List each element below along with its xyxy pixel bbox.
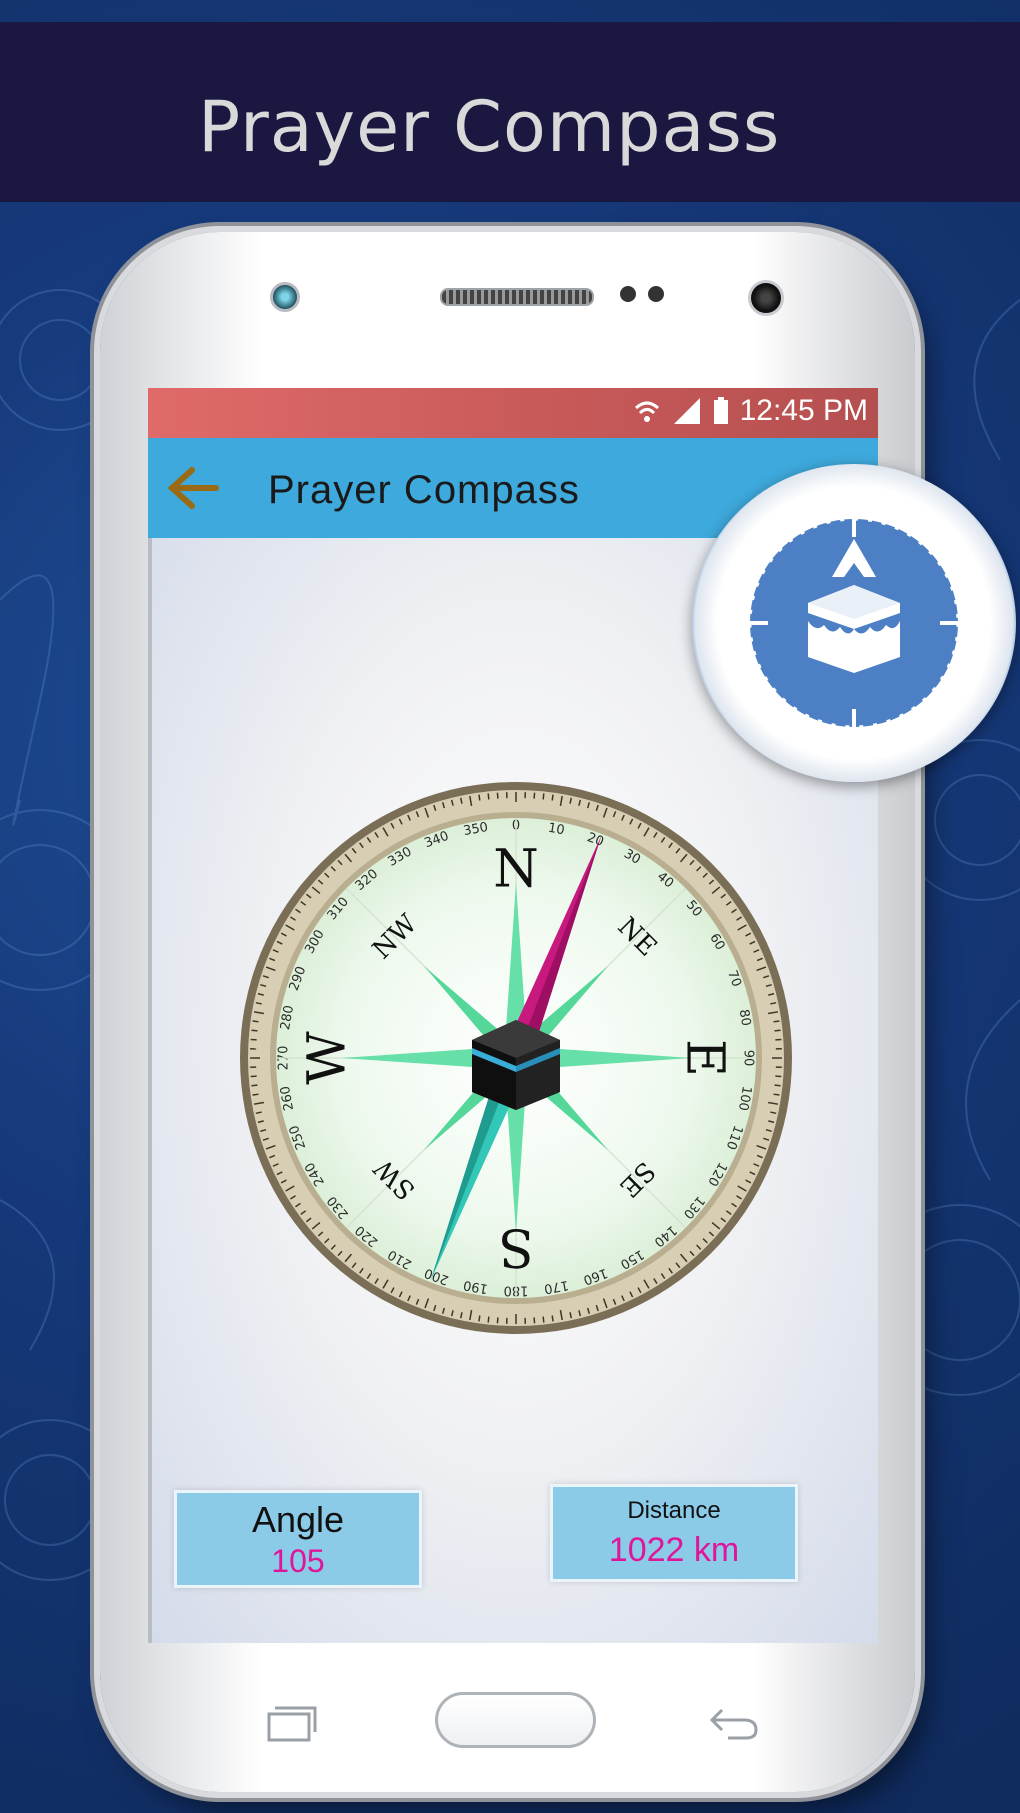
proximity-sensor <box>620 286 636 302</box>
light-sensor <box>648 286 664 302</box>
kaaba-compass-icon <box>748 517 960 729</box>
back-arrow-icon[interactable] <box>158 456 222 520</box>
app-logo-badge <box>692 464 1016 782</box>
compass: 0102030405060708090100110120130140150160… <box>236 778 796 1338</box>
home-button[interactable] <box>435 1692 596 1748</box>
angle-value: 105 <box>271 1543 325 1579</box>
status-bar: 12:45 PM <box>148 388 878 438</box>
signal-icon <box>673 398 700 424</box>
degree-label: 80 <box>736 1008 754 1027</box>
compass-dial: 0102030405060708090100110120130140150160… <box>240 782 792 1334</box>
banner-title: Prayer Compass <box>198 86 781 168</box>
angle-label: Angle <box>251 1499 345 1540</box>
distance-panel: Distance 1022 km <box>550 1484 798 1582</box>
battery-icon <box>713 397 728 424</box>
promo-banner: Prayer Compass <box>0 22 1020 202</box>
toolbar-title: Prayer Compass <box>268 468 580 512</box>
back-icon[interactable] <box>708 1700 760 1744</box>
cardinal-label: N <box>493 840 539 900</box>
distance-value: 1022 km <box>608 1531 740 1569</box>
wifi-icon <box>634 401 659 422</box>
recent-apps-icon[interactable] <box>265 1704 319 1744</box>
status-time: 12:45 PM <box>739 394 868 427</box>
phone-nav-bar <box>100 1644 915 1764</box>
front-camera <box>270 282 300 312</box>
cardinal-label: W <box>298 1031 358 1085</box>
cardinal-label: S <box>498 1217 534 1277</box>
distance-label: Distance <box>627 1497 721 1524</box>
degree-label: 10 <box>547 821 566 839</box>
cardinal-label: E <box>675 1039 735 1077</box>
earpiece-speaker <box>440 288 594 306</box>
angle-panel: Angle 105 <box>174 1490 422 1588</box>
selfie-camera <box>748 280 784 316</box>
